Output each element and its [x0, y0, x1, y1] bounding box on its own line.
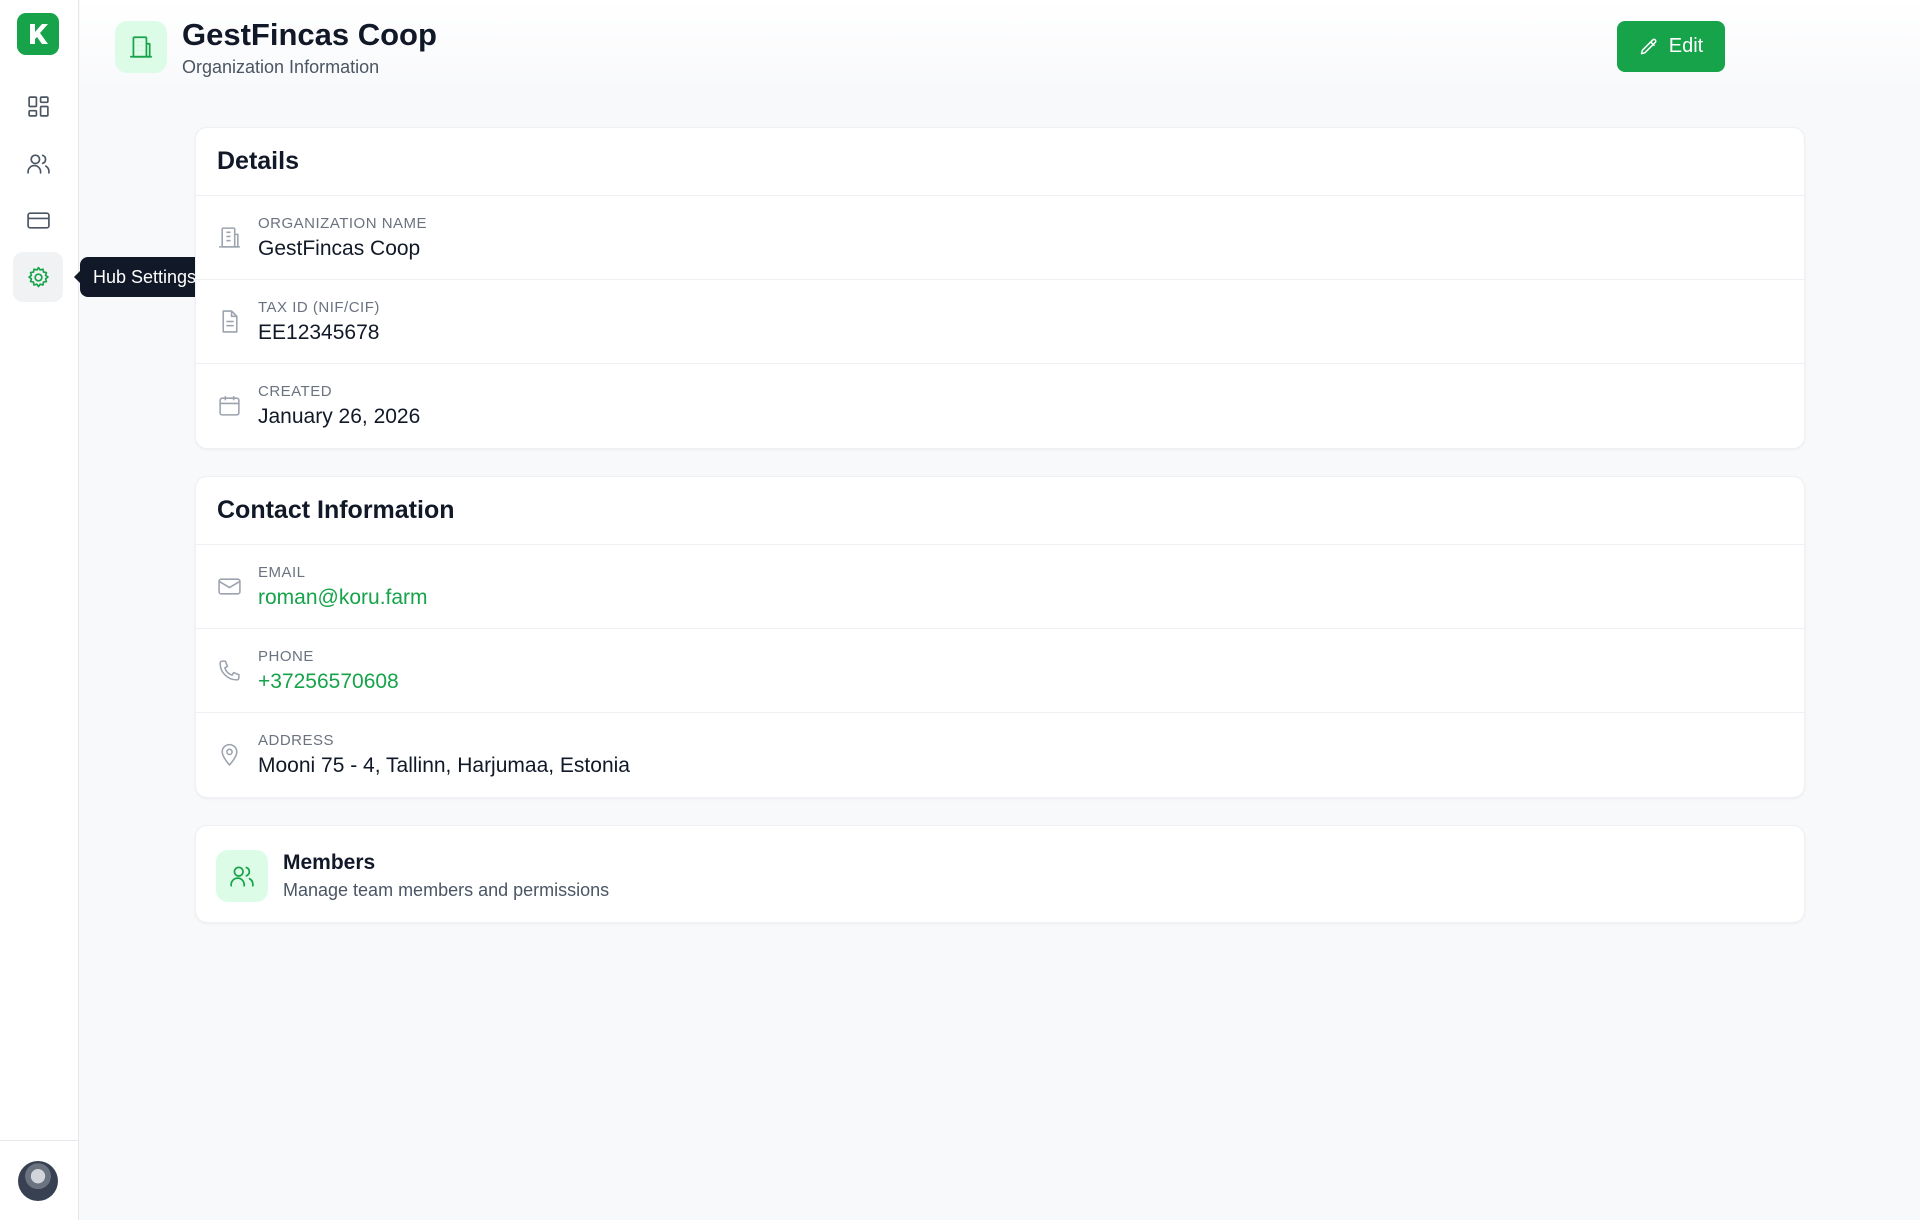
avatar[interactable]: [18, 1161, 58, 1201]
details-card: Details Organization Name GestFincas Coo…: [195, 127, 1805, 449]
field-label: Tax ID (NIF/CIF): [258, 299, 380, 316]
contact-row-address: Address Mooni 75 - 4, Tallinn, Harjumaa,…: [196, 713, 1804, 797]
sidebar: [0, 0, 79, 1220]
phone-link[interactable]: +37256570608: [258, 670, 399, 694]
document-icon: [222, 310, 238, 333]
tooltip-hub-settings: Hub Settings: [73, 257, 210, 297]
credit-card-icon: [26, 211, 50, 229]
field-label: Organization Name: [258, 215, 428, 232]
users-icon: [26, 153, 50, 174]
contact-card-title: Contact Information: [196, 477, 1804, 545]
contact-row-phone: Phone +37256570608: [196, 629, 1804, 713]
sidebar-item-hub-settings[interactable]: [13, 252, 63, 302]
members-link-card[interactable]: Members Manage team members and permissi…: [195, 825, 1805, 923]
map-pin-icon: [221, 743, 238, 766]
members-title: Members: [283, 851, 376, 874]
logo-k-icon: [30, 24, 48, 44]
sidebar-item-dashboard[interactable]: [13, 81, 63, 131]
detail-row-created: Created January 26, 2026: [196, 364, 1804, 448]
building-icon: [130, 36, 152, 58]
sidebar-item-users[interactable]: [13, 138, 63, 188]
field-value: EE12345678: [258, 321, 380, 344]
detail-row-tax-id: Tax ID (NIF/CIF) EE12345678: [196, 280, 1804, 364]
field-value: January 26, 2026: [258, 405, 421, 428]
phone-icon: [219, 660, 240, 681]
calendar-icon: [219, 396, 240, 416]
detail-row-organization-name: Organization Name GestFincas Coop: [196, 196, 1804, 280]
sidebar-item-billing[interactable]: [13, 195, 63, 245]
page-subtitle: Organization Information: [182, 57, 380, 77]
dashboard-icon: [27, 95, 49, 117]
members-subtitle: Manage team members and permissions: [283, 880, 610, 900]
sidebar-divider: [0, 1140, 79, 1141]
pencil-icon: [1640, 38, 1657, 54]
contact-row-email: Email roman@koru.farm: [196, 545, 1804, 629]
edit-button[interactable]: Edit: [1617, 21, 1725, 72]
app-logo[interactable]: [17, 13, 59, 55]
page-title: GestFincas Coop: [182, 17, 437, 52]
email-link[interactable]: roman@koru.farm: [258, 586, 428, 610]
edit-button-label: Edit: [1668, 35, 1704, 57]
building-icon: [219, 227, 240, 248]
mail-icon: [218, 578, 241, 595]
field-value: Mooni 75 - 4, Tallinn, Harjumaa, Estonia: [258, 754, 630, 777]
field-label: Phone: [258, 648, 314, 665]
field-label: Created: [258, 383, 333, 400]
field-label: Email: [258, 564, 306, 581]
details-card-title: Details: [196, 128, 1804, 196]
field-value: GestFincas Coop: [258, 237, 421, 260]
header-building-icon-box: [115, 21, 167, 73]
users-icon: [230, 866, 254, 887]
field-label: Address: [258, 732, 335, 749]
members-icon-box: [216, 850, 268, 902]
gear-icon: [27, 266, 49, 287]
contact-card: Contact Information Email roman@koru.far…: [195, 476, 1805, 798]
